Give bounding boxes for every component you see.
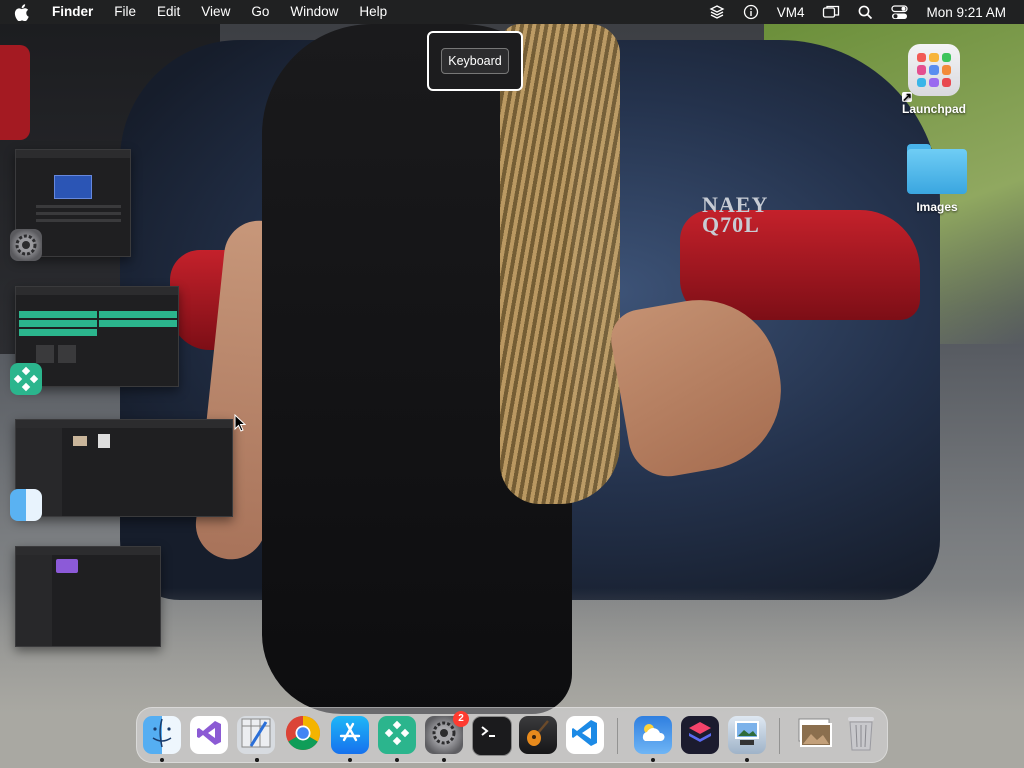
dock: 2 <box>136 707 888 763</box>
dock-weather[interactable] <box>634 716 672 754</box>
app-store-icon <box>336 719 364 752</box>
vscode-icon <box>570 718 600 753</box>
folder-icon <box>907 144 967 194</box>
launchpad-icon: ↗ <box>902 44 960 103</box>
finder-icon <box>144 715 180 756</box>
windows-icon[interactable] <box>822 4 840 20</box>
desktop-icon-label: Launchpad <box>901 102 966 116</box>
mouse-cursor <box>234 413 247 437</box>
notification-badge: 2 <box>453 711 469 727</box>
menu-window[interactable]: Window <box>290 0 338 24</box>
dock-script-editor[interactable] <box>237 716 275 754</box>
dock-green-diamond-app[interactable] <box>378 716 416 754</box>
shortcuts-icon <box>685 718 715 753</box>
preview-icon <box>731 717 763 754</box>
desktop-icon-launchpad[interactable]: ↗ Launchpad <box>889 44 979 116</box>
dock-terminal[interactable] <box>472 716 512 756</box>
chrome-icon <box>285 715 321 756</box>
menu-view[interactable]: View <box>201 0 230 24</box>
photos-stack-icon <box>795 715 833 756</box>
running-indicator <box>745 758 749 762</box>
guitar-icon <box>523 718 553 753</box>
visual-studio-icon <box>194 718 224 753</box>
menu-clock[interactable]: Mon 9:21 AM <box>926 5 1006 20</box>
weather-icon <box>637 717 669 754</box>
dock-chrome[interactable] <box>284 715 322 756</box>
info-icon[interactable] <box>743 4 759 20</box>
dock-separator <box>617 718 618 754</box>
running-indicator <box>651 758 655 762</box>
running-indicator <box>160 758 164 762</box>
dock-visual-studio[interactable] <box>190 716 228 754</box>
dock-finder[interactable] <box>143 716 181 754</box>
running-indicator <box>395 758 399 762</box>
dock-vscode[interactable] <box>566 716 604 754</box>
menu-bar: Finder File Edit View Go Window Help VM4… <box>0 0 1024 24</box>
apple-logo-icon[interactable] <box>14 3 34 21</box>
stage-thumbnail[interactable] <box>15 546 161 647</box>
menu-app-finder[interactable]: Finder <box>52 0 93 24</box>
wallpaper-car-badge: NAEY Q70L <box>702 192 769 237</box>
dock-system-settings[interactable]: 2 <box>425 711 469 754</box>
menu-file[interactable]: File <box>114 0 136 24</box>
alias-arrow-icon: ↗ <box>902 90 913 104</box>
menu-help[interactable]: Help <box>359 0 387 24</box>
terminal-icon <box>477 719 507 754</box>
dock-garageband[interactable] <box>519 716 557 754</box>
dock-preview[interactable] <box>728 716 766 754</box>
keyboard-hud-label[interactable]: Keyboard <box>441 48 509 74</box>
dock-trash[interactable] <box>842 716 880 754</box>
wallpaper-red-light <box>0 45 30 140</box>
trash-icon <box>845 714 877 757</box>
running-indicator <box>442 758 446 762</box>
settings-icon[interactable] <box>10 229 42 261</box>
wallpaper-hair <box>500 24 620 504</box>
desktop-icon-images-folder[interactable]: Images <box>892 144 982 214</box>
keyboard-hud: Keyboard <box>427 31 523 91</box>
running-indicator <box>348 758 352 762</box>
finder-icon[interactable] <box>10 489 42 521</box>
stage-thumbnail[interactable] <box>15 419 233 517</box>
status-vm-label[interactable]: VM4 <box>777 5 805 20</box>
menu-go[interactable]: Go <box>251 0 269 24</box>
green-diamond-icon[interactable] <box>10 363 42 395</box>
green-diamond-icon <box>381 717 413 754</box>
script-editor-icon <box>239 716 273 755</box>
dock-photos-stack[interactable] <box>795 716 833 754</box>
dock-shortcuts[interactable] <box>681 716 719 754</box>
layers-icon[interactable] <box>709 4 725 20</box>
dock-app-store[interactable] <box>331 716 369 754</box>
dock-separator <box>779 718 780 754</box>
search-icon[interactable] <box>858 5 873 20</box>
desktop-icon-label: Images <box>916 200 958 214</box>
menu-edit[interactable]: Edit <box>157 0 180 24</box>
running-indicator <box>255 758 259 762</box>
control-center-icon[interactable] <box>891 4 909 20</box>
